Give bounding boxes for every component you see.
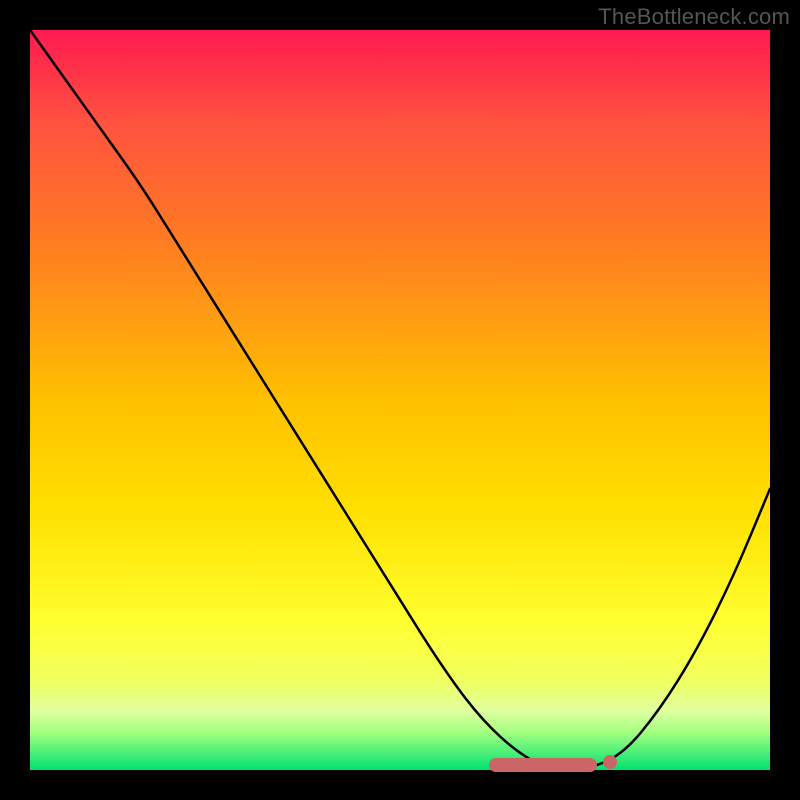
bottleneck-curve-path [30,30,770,770]
watermark-text: TheBottleneck.com [598,4,790,30]
curve-layer [30,30,770,770]
chart-container: TheBottleneck.com [0,0,800,800]
optimal-range-marker [489,758,597,772]
